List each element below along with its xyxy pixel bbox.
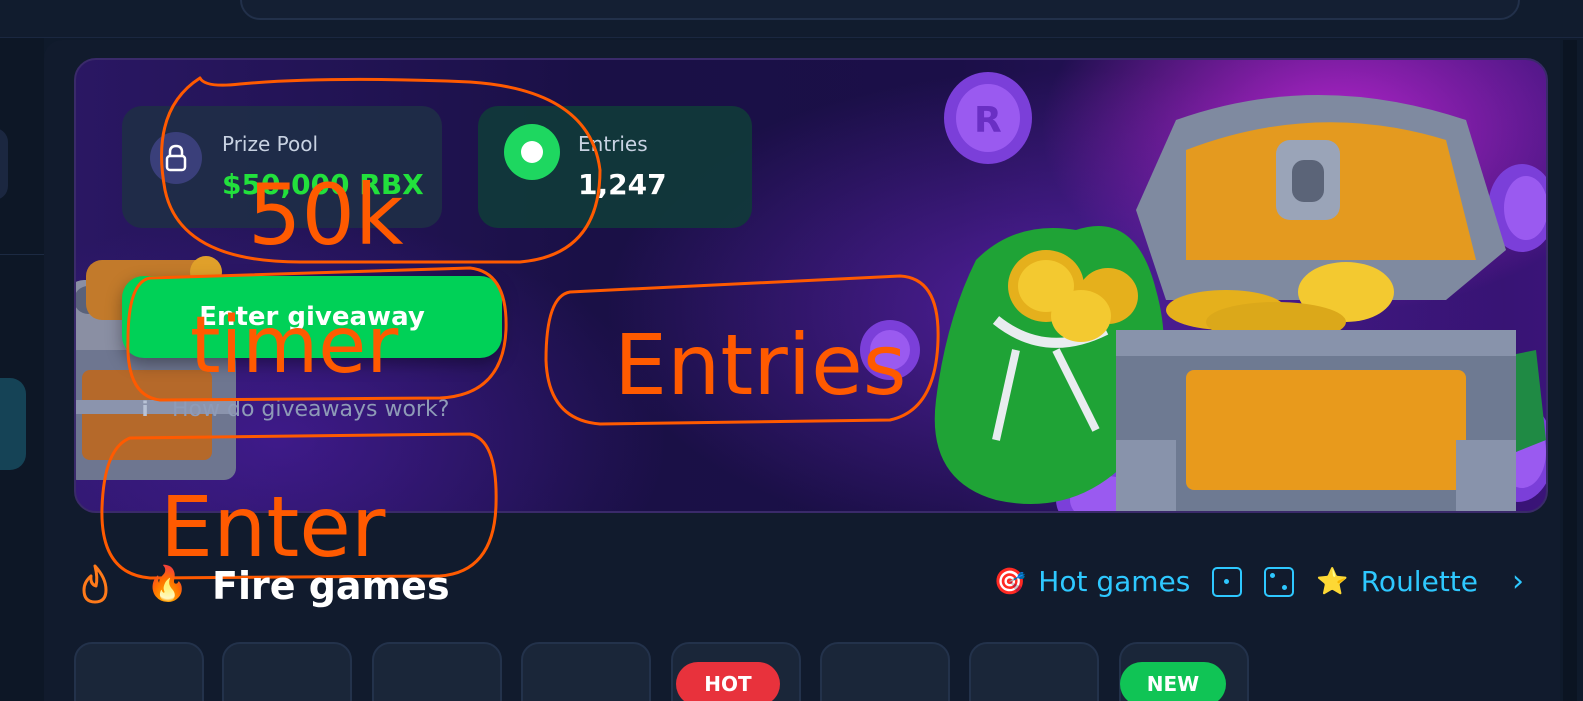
game-card[interactable] [222,642,352,701]
sidebar-item-active[interactable] [0,378,26,470]
how-giveaways-work-link[interactable]: i How do giveaways work? [138,394,450,424]
lock-icon [150,132,202,184]
prize-pool-card: Prize Pool $50,000 RBX [122,106,442,228]
svg-text:R: R [974,100,1002,141]
info-icon: i [141,397,149,421]
entries-value: 1,247 [578,168,667,201]
game-card[interactable] [74,642,204,701]
enter-giveaway-button[interactable]: Enter giveaway [122,276,502,358]
robux-coin-icon: R [944,72,1032,164]
sidebar [0,38,44,701]
hot-badge: HOT [676,662,780,701]
new-badge: NEW [1120,662,1226,701]
dice-one-icon[interactable] [1212,566,1243,597]
tab-roulette[interactable]: ⭐ Roulette [1316,565,1478,598]
how-giveaways-work-label: How do giveaways work? [172,396,450,422]
treasure-chest-illustration: R [860,72,1546,511]
scrollbar[interactable] [1563,40,1577,701]
sidebar-item[interactable] [0,128,8,200]
entries-label: Entries [578,132,648,156]
flame-outline-icon [82,564,108,604]
category-tabs: 🎯 Hot games ⭐ Roulette › [994,564,1524,599]
prize-pool-value: $50,000 RBX [222,168,424,201]
top-header [0,0,1583,38]
chevron-right-icon[interactable]: › [1512,564,1524,599]
game-card[interactable] [372,642,502,701]
tab-hot-games[interactable]: 🎯 Hot games [994,565,1190,598]
target-icon: 🎯 [993,566,1027,597]
fire-games-header: 🔥 Fire games 🎯 Hot games ⭐ Roulette › [74,556,1524,616]
live-dot-icon [504,124,560,180]
star-icon: ⭐ [1316,566,1349,597]
game-card[interactable] [820,642,950,701]
fire-icon: 🔥 [146,564,189,604]
prize-pool-label: Prize Pool [222,132,319,156]
entries-card: Entries 1,247 [478,106,752,228]
search-bar[interactable] [240,0,1520,20]
game-card[interactable] [969,642,1099,701]
tab-roulette-label: Roulette [1360,565,1478,598]
game-card[interactable] [521,642,651,701]
dice-two-icon[interactable] [1264,566,1295,597]
sidebar-divider [0,254,44,255]
giveaway-banner: R Prize Pool $50,000 RBX Entries 1,247 E… [74,58,1548,513]
section-title: Fire games [212,564,450,608]
tab-hot-games-label: Hot games [1038,565,1191,598]
